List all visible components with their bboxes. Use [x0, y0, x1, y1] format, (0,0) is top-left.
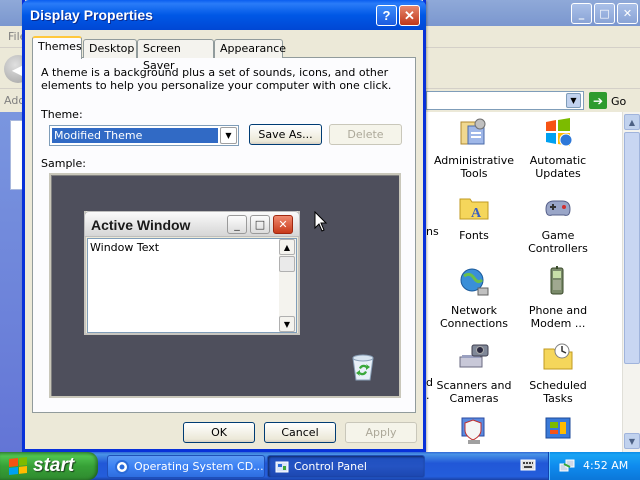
- tab-appearance[interactable]: Appearance: [214, 39, 286, 58]
- security-center-icon: [461, 417, 485, 444]
- scroll-up-icon[interactable]: ▲: [624, 114, 640, 130]
- clock[interactable]: 4:52 AM: [583, 459, 628, 472]
- mouse-cursor-icon: [314, 211, 328, 232]
- phone-and-modem-icon: [550, 266, 564, 295]
- cp-item-label: Game: [541, 229, 575, 242]
- system-tray: 4:52 AM: [548, 452, 640, 480]
- taskbar-button-label: Control Panel: [294, 460, 367, 473]
- cp-item-label: Tools: [460, 167, 488, 180]
- cp-item-label: Scanners and: [436, 379, 512, 392]
- sample-scrollbar: ▲ ▼: [279, 239, 296, 332]
- cp-item-label: Phone and: [528, 304, 588, 317]
- help-button[interactable]: ?: [376, 5, 397, 26]
- cp-item-label: Cameras: [449, 392, 499, 405]
- recycle-bin-icon: [352, 354, 374, 381]
- taskbar-button-os-cd[interactable]: Operating System CD...: [107, 455, 265, 478]
- cp-item-scheduled-tasks[interactable]: Scheduled Tasks: [516, 341, 600, 405]
- sample-scroll-up-icon: ▲: [279, 239, 295, 255]
- partial-label: .: [426, 389, 430, 402]
- scanners-cameras-icon: [459, 344, 489, 368]
- fonts-folder-icon: A: [459, 198, 489, 221]
- cp-item-phone-and-modem[interactable]: Phone and Modem ...: [516, 266, 600, 330]
- dialog-title: Display Properties: [30, 7, 153, 23]
- apply-button[interactable]: Apply: [345, 422, 417, 443]
- sample-window-titlebar: Active Window _ □ ✕: [84, 211, 300, 237]
- theme-select[interactable]: Modified Theme ▼: [49, 125, 239, 146]
- network-tray-icon[interactable]: [559, 458, 575, 474]
- cp-item-game-controllers[interactable]: Game Controllers: [516, 191, 600, 255]
- taskbar-button-control-panel[interactable]: Control Panel: [267, 455, 425, 478]
- close-button[interactable]: ✕: [617, 3, 638, 24]
- display-properties-dialog: Display Properties ? ✕ Themes Desktop Sc…: [22, 0, 426, 452]
- taskbar-button-label: Operating System CD...: [134, 460, 264, 473]
- start-button[interactable]: start: [0, 452, 98, 480]
- sample-scroll-down-icon: ▼: [279, 316, 295, 332]
- delete-button[interactable]: Delete: [329, 124, 402, 145]
- go-button-label[interactable]: Go: [611, 95, 626, 108]
- system-icon: [545, 417, 571, 439]
- theme-select-value: Modified Theme: [51, 127, 219, 144]
- cp-item-scanners-and-cameras[interactable]: Scanners and Cameras: [432, 341, 516, 405]
- minimize-button[interactable]: _: [571, 3, 592, 24]
- cp-item-label: Network: [451, 304, 497, 317]
- cancel-button[interactable]: Cancel: [264, 422, 336, 443]
- sample-minimize-icon: _: [227, 215, 247, 234]
- sample-active-window: Active Window _ □ ✕ Window Text ▲ ▼: [84, 211, 300, 335]
- go-arrow-icon[interactable]: ➔: [589, 92, 607, 109]
- game-controllers-icon: [545, 200, 571, 216]
- maximize-button[interactable]: □: [594, 3, 615, 24]
- keyboard-icon[interactable]: [520, 458, 536, 472]
- administrative-tools-icon: [460, 118, 486, 145]
- close-button[interactable]: ✕: [399, 5, 420, 26]
- save-as-button[interactable]: Save As...: [249, 124, 322, 145]
- cp-item-label: Fonts: [459, 229, 489, 242]
- cp-item-automatic-updates[interactable]: Automatic Updates: [516, 116, 600, 180]
- sample-window-text: Window Text: [90, 241, 160, 254]
- cp-item-label: Automatic: [529, 154, 587, 167]
- cp-item-label: Connections: [440, 317, 508, 330]
- network-connections-icon: [460, 268, 489, 296]
- control-panel-icon: [275, 461, 289, 473]
- cp-item-label: Administrative: [433, 154, 515, 167]
- windows-logo-icon: [9, 457, 27, 475]
- scrollbar-thumb[interactable]: [624, 132, 640, 364]
- cp-item-label: Scheduled: [529, 379, 587, 392]
- scroll-down-icon[interactable]: ▼: [624, 433, 640, 449]
- tab-screen-saver[interactable]: Screen Saver: [137, 39, 214, 72]
- cp-item-fonts[interactable]: A Fonts: [432, 191, 516, 242]
- automatic-updates-icon: [546, 118, 573, 147]
- ok-button[interactable]: OK: [183, 422, 255, 443]
- cp-item-security-center[interactable]: [432, 414, 516, 452]
- theme-label: Theme:: [41, 108, 83, 121]
- sample-close-icon: ✕: [273, 215, 293, 234]
- control-panel-content: ns d . Administrative Tools Automatic Up…: [426, 112, 622, 452]
- sample-maximize-icon: □: [250, 215, 270, 234]
- tab-themes[interactable]: Themes: [32, 36, 82, 59]
- chevron-down-icon[interactable]: ▼: [566, 93, 581, 108]
- taskbar: start Operating System CD... Control Pan…: [0, 452, 640, 480]
- sample-label: Sample:: [41, 157, 86, 170]
- scheduled-tasks-icon: [543, 343, 573, 370]
- cp-item-administrative-tools[interactable]: Administrative Tools: [432, 116, 516, 180]
- cp-item-label: Tasks: [543, 392, 573, 405]
- cp-item-label: Controllers: [528, 242, 588, 255]
- cp-item-label: Modem ...: [530, 317, 586, 330]
- chevron-down-icon[interactable]: ▼: [220, 127, 237, 144]
- theme-description: A theme is a background plus a set of so…: [41, 66, 392, 92]
- cp-item-label: Updates: [535, 167, 581, 180]
- sample-window-title: Active Window: [91, 217, 191, 233]
- svg-text:A: A: [471, 206, 482, 221]
- sample-text-area: Window Text ▲ ▼: [87, 238, 297, 333]
- tab-desktop[interactable]: Desktop: [83, 39, 137, 58]
- cp-item-system[interactable]: [516, 414, 600, 452]
- dialog-titlebar[interactable]: Display Properties ? ✕: [22, 0, 426, 30]
- vertical-scrollbar[interactable]: ▲ ▼: [622, 112, 640, 452]
- start-label: start: [33, 455, 75, 476]
- sample-scroll-thumb: [279, 256, 295, 272]
- browser-icon: [115, 460, 129, 474]
- address-input[interactable]: ▼: [426, 91, 584, 110]
- cp-item-network-connections[interactable]: Network Connections: [432, 266, 516, 330]
